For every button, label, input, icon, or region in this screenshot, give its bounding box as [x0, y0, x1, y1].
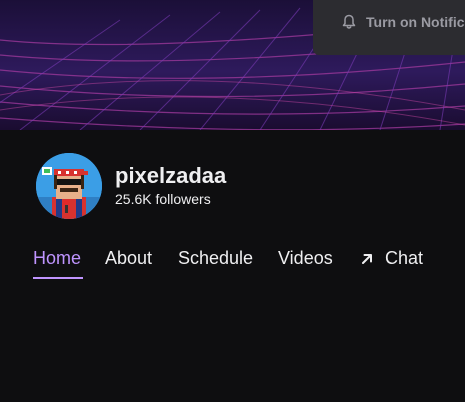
tab-home[interactable]: Home — [33, 245, 81, 271]
channel-name[interactable]: pixelzadaa — [115, 163, 226, 189]
avatar[interactable] — [36, 153, 102, 219]
tab-videos-label: Videos — [278, 248, 333, 268]
pixel-character-avatar-image — [36, 153, 102, 219]
notification-button-label: Turn on Notifications — [366, 14, 465, 30]
bell-icon — [342, 14, 356, 29]
turn-on-notifications-button[interactable]: Turn on Notifications — [313, 0, 465, 55]
tab-chat-label: Chat — [385, 248, 424, 268]
follower-count: 25.6K followers — [115, 191, 211, 207]
external-arrow-icon — [362, 254, 372, 264]
tab-about[interactable]: About — [105, 245, 152, 271]
tab-schedule-label: Schedule — [178, 248, 254, 268]
tab-videos[interactable]: Videos — [278, 245, 333, 271]
tab-schedule[interactable]: Schedule — [178, 245, 253, 271]
channel-page: Turn on Notifications — [0, 0, 465, 402]
tab-about-label: About — [105, 248, 153, 268]
active-tab-indicator — [33, 277, 83, 279]
tab-home-label: Home — [33, 248, 82, 268]
